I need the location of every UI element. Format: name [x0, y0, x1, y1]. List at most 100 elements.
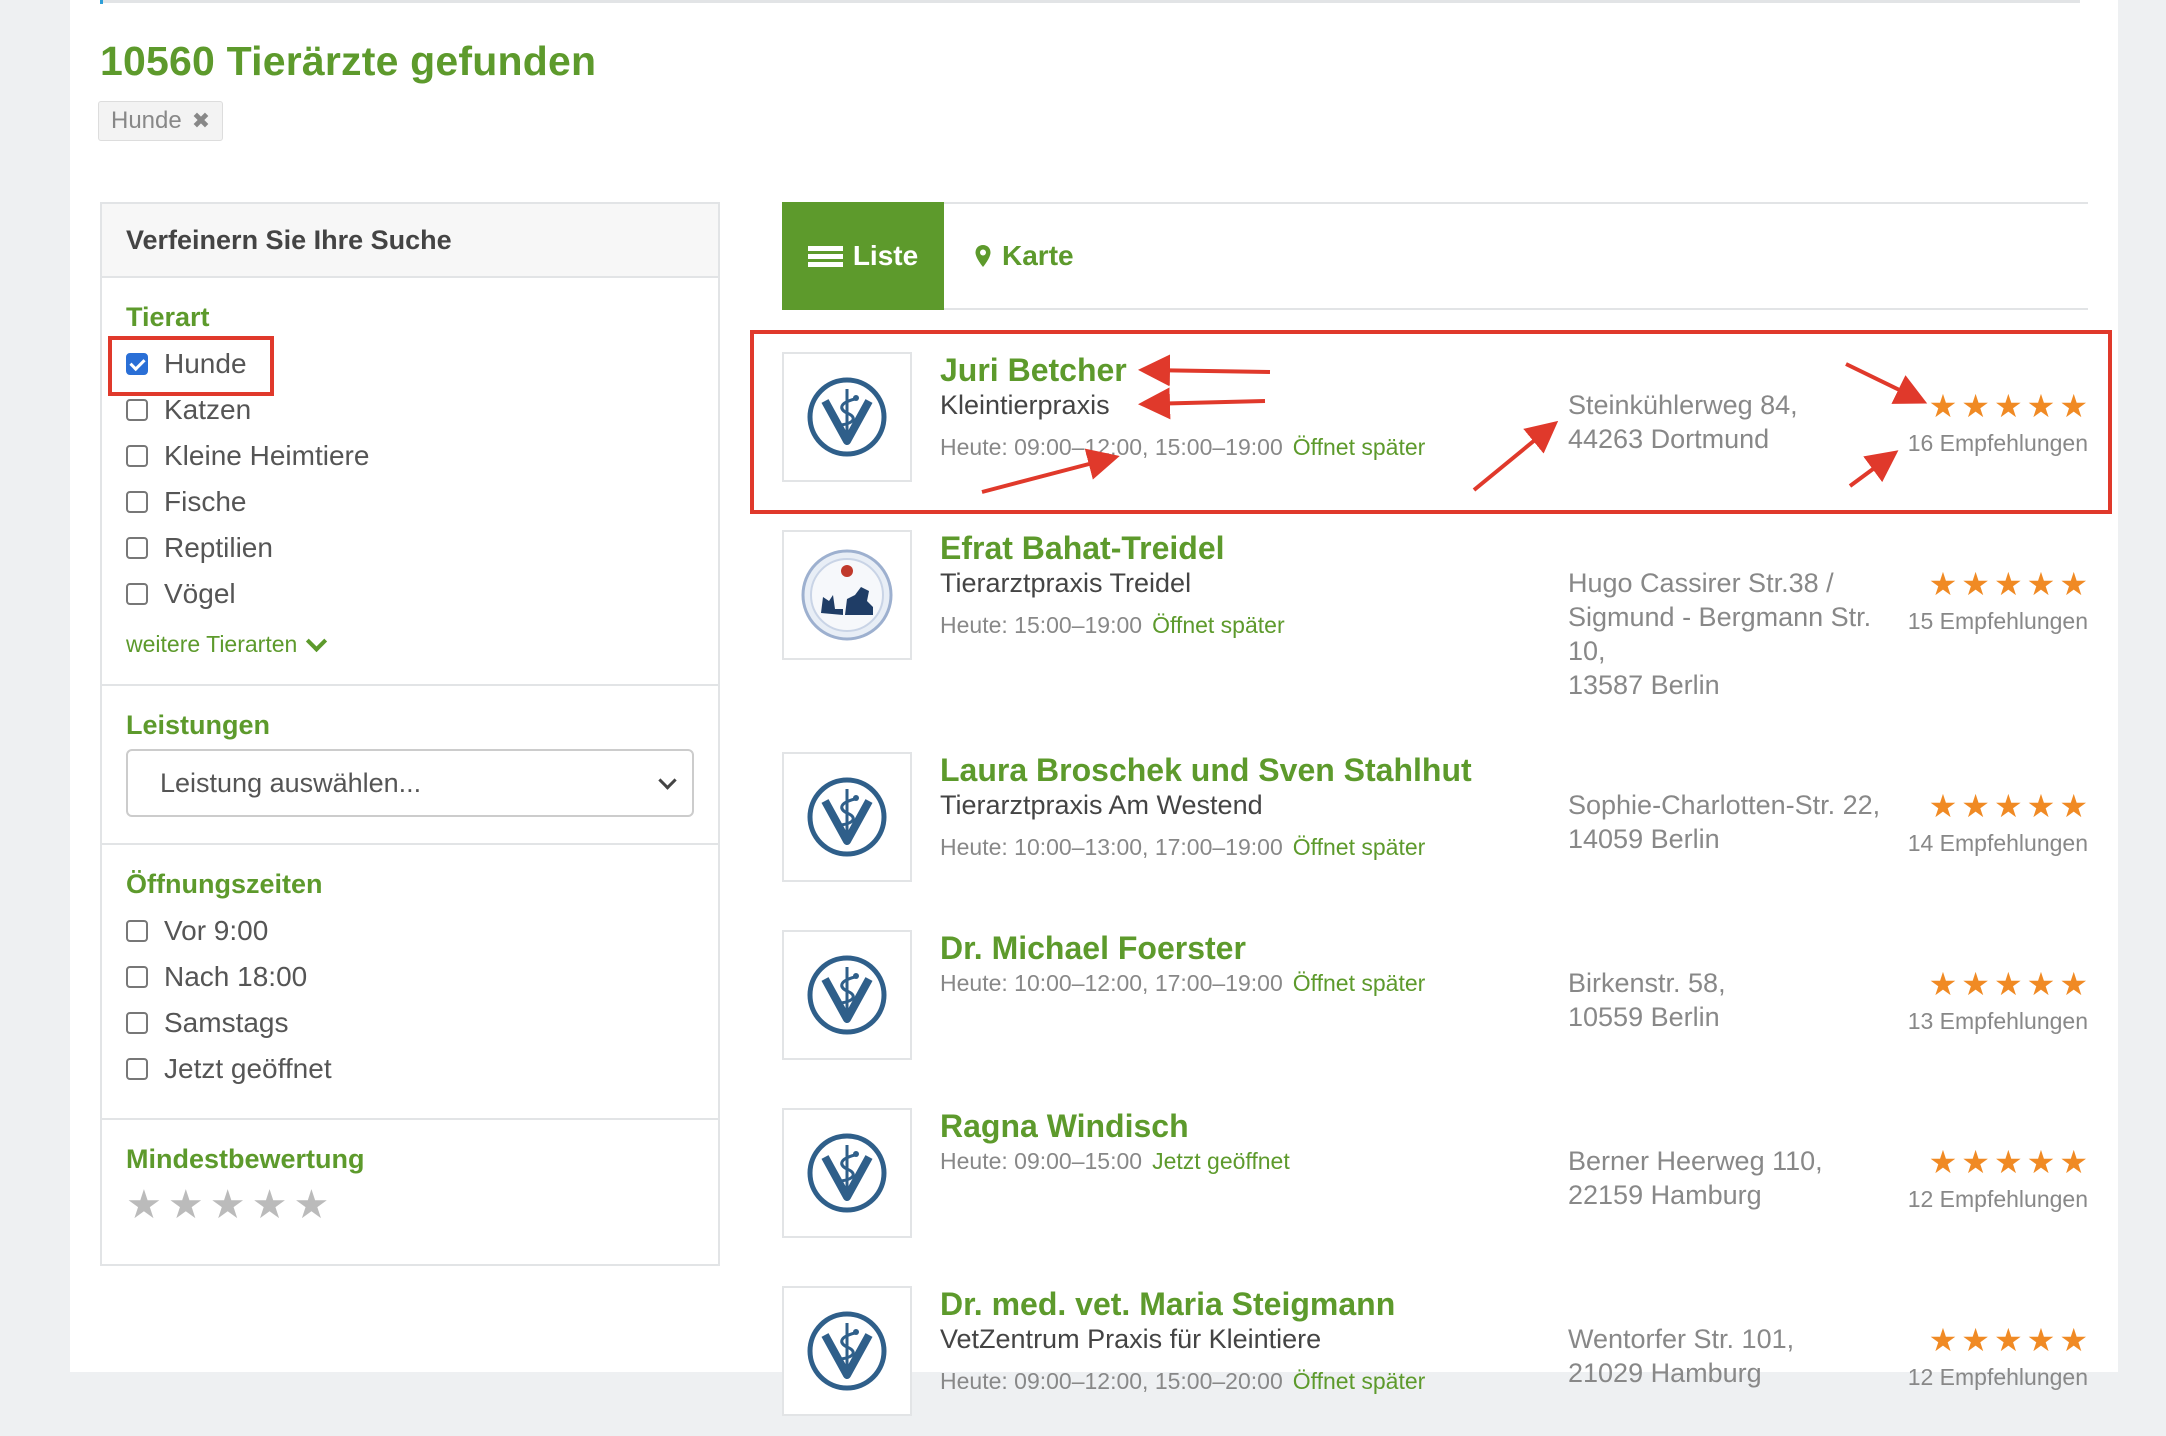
star-icon: ★	[1993, 1144, 2023, 1180]
checkbox[interactable]	[126, 583, 148, 605]
checkbox[interactable]	[126, 445, 148, 467]
checkbox[interactable]	[126, 966, 148, 988]
tierart-option-label: Reptilien	[164, 532, 273, 563]
practice-name: Tierarztpraxis Am Westend	[940, 790, 1263, 820]
star-icon: ★	[2059, 566, 2088, 602]
close-icon[interactable]: ✖	[192, 108, 210, 134]
result-card[interactable]: Laura Broschek und Sven Stahlhut Tierarzt…	[782, 752, 2088, 902]
opening-hours-option-label: Nach 18:00	[164, 961, 308, 992]
service-select-value: Leistung auswählen...	[160, 767, 422, 798]
address-line: 10559 Berlin	[1568, 1002, 1720, 1032]
star-icon: ★	[2059, 1322, 2088, 1358]
result-card[interactable]: Juri Betcher Kleintierpraxis Heute: 09:00–…	[782, 352, 2088, 502]
tierart-section: Tierart Hunde Katzen Kleine Heimtiere Fisch…	[102, 278, 718, 686]
vet-name-link[interactable]: Dr. med. vet. Maria Steigmann	[940, 1286, 1395, 1323]
address: Hugo Cassirer Str.38 / Sigmund - Bergmann…	[1568, 566, 1871, 702]
checkbox[interactable]	[126, 537, 148, 559]
address-line: Steinkühlerweg 84,	[1568, 390, 1798, 420]
star-icon: ★	[1961, 1322, 1990, 1358]
star-icon[interactable]: ★	[252, 1185, 288, 1225]
opening-status: Öffnet später	[1292, 834, 1426, 860]
active-filter-tag[interactable]: Hunde ✖	[98, 101, 224, 141]
opening-hours-text: Heute: 10:00–12:00, 17:00–19:00	[940, 970, 1283, 996]
checkbox[interactable]	[126, 1012, 148, 1034]
recommendation-count[interactable]: 16 Empfehlungen	[1908, 430, 2088, 457]
tierart-option[interactable]: Vögel	[126, 571, 694, 617]
vet-name-link[interactable]: Juri Betcher	[940, 352, 1127, 389]
recommendation-count[interactable]: 14 Empfehlungen	[1908, 830, 2088, 857]
recommendation-count[interactable]: 12 Empfehlungen	[1908, 1186, 2088, 1213]
star-icon: ★	[1928, 388, 1958, 424]
opening-hours-text: Heute: 09:00–12:00, 15:00–19:00	[940, 434, 1283, 460]
address: Birkenstr. 58, 10559 Berlin	[1568, 966, 1726, 1034]
tierart-options: Hunde Katzen Kleine Heimtiere Fische Reptili…	[126, 341, 694, 617]
tierart-option[interactable]: Hunde	[126, 341, 694, 387]
vet-logo	[782, 352, 912, 482]
vet-logo	[782, 530, 912, 660]
checkbox[interactable]	[126, 491, 148, 513]
rating: ★ ★ ★ ★ ★ 12 Empfehlungen	[1908, 1324, 2088, 1391]
vet-caduceus-icon	[807, 377, 887, 457]
filter-sidebar: Verfeinern Sie Ihre Suche Tierart Hunde K…	[100, 202, 720, 1266]
vet-name-link[interactable]: Efrat Bahat-Treidel	[940, 530, 1225, 567]
vet-logo	[782, 1286, 912, 1416]
tab-list-label: Liste	[852, 240, 919, 271]
tab-map[interactable]: Karte	[974, 204, 1074, 308]
opening-hours-option[interactable]: Samstags	[126, 1000, 694, 1046]
vet-name-link[interactable]: Laura Broschek und Sven Stahlhut	[940, 752, 1472, 789]
star-icon: ★	[2026, 966, 2056, 1002]
vet-caduceus-icon	[807, 777, 887, 857]
more-animal-types-link[interactable]: weitere Tierarten	[126, 630, 694, 658]
tierart-option-label: Hunde	[164, 348, 247, 379]
opening-hours-option[interactable]: Nach 18:00	[126, 954, 694, 1000]
cat-dog-logo	[801, 549, 893, 641]
min-rating-section: Mindestbewertung ★ ★ ★ ★ ★	[102, 1120, 718, 1251]
map-pin-icon	[975, 245, 991, 267]
star-icon: ★	[1928, 1144, 1958, 1180]
result-card[interactable]: Dr. Michael Foerster Heute: 10:00–12:00, …	[782, 930, 2088, 1080]
checkbox[interactable]	[126, 399, 148, 421]
checkbox[interactable]	[126, 920, 148, 942]
rating-stars: ★ ★ ★ ★ ★	[1908, 390, 2088, 422]
opening-status: Jetzt geöffnet	[1152, 1148, 1290, 1174]
checkbox[interactable]	[126, 1058, 148, 1080]
tab-list[interactable]: Liste	[782, 202, 944, 310]
opening-hours-option-label: Vor 9:00	[164, 915, 269, 946]
star-icon[interactable]: ★	[168, 1185, 204, 1225]
vet-name-link[interactable]: Dr. Michael Foerster	[940, 930, 1246, 967]
result-card[interactable]: Ragna Windisch Heute: 09:00–15:00 Jetzt ge…	[782, 1108, 2088, 1258]
star-icon: ★	[2026, 566, 2056, 602]
opening-status: Öffnet später	[1152, 612, 1285, 638]
recommendation-count[interactable]: 12 Empfehlungen	[1908, 1364, 2088, 1391]
address: Berner Heerweg 110, 22159 Hamburg	[1568, 1144, 1823, 1212]
active-filter-label: Hunde	[111, 107, 182, 134]
star-icon[interactable]: ★	[293, 1185, 329, 1225]
star-icon[interactable]: ★	[126, 1185, 162, 1225]
tab-map-label: Karte	[1002, 240, 1074, 271]
tierart-option[interactable]: Kleine Heimtiere	[126, 433, 694, 479]
opening-hours-option[interactable]: Jetzt geöffnet	[126, 1046, 694, 1092]
vet-name-link[interactable]: Ragna Windisch	[940, 1108, 1189, 1145]
vet-logo	[782, 930, 912, 1060]
chevron-down-icon	[306, 630, 328, 653]
result-card[interactable]: Efrat Bahat-Treidel Tierarztpraxis Treide…	[782, 530, 2088, 700]
star-icon: ★	[1993, 966, 2023, 1002]
star-icon: ★	[1928, 966, 1958, 1002]
result-card[interactable]: Dr. med. vet. Maria Steigmann VetZentrum …	[782, 1286, 2088, 1436]
checkbox[interactable]	[126, 353, 148, 375]
address-line: 14059 Berlin	[1568, 824, 1720, 854]
service-select[interactable]: Leistung auswählen...	[126, 749, 694, 817]
tierart-option[interactable]: Fische	[126, 479, 694, 525]
star-icon[interactable]: ★	[210, 1185, 246, 1225]
list-icon	[808, 245, 843, 267]
star-icon: ★	[2059, 788, 2088, 824]
address: Wentorfer Str. 101, 21029 Hamburg	[1568, 1322, 1794, 1390]
star-icon: ★	[1993, 1322, 2023, 1358]
opening-hours-option[interactable]: Vor 9:00	[126, 908, 694, 954]
tierart-option-label: Kleine Heimtiere	[164, 440, 370, 471]
address: Steinkühlerweg 84, 44263 Dortmund	[1568, 388, 1798, 456]
recommendation-count[interactable]: 13 Empfehlungen	[1908, 1008, 2088, 1035]
recommendation-count[interactable]: 15 Empfehlungen	[1908, 608, 2088, 635]
tierart-option[interactable]: Reptilien	[126, 525, 694, 571]
tierart-option[interactable]: Katzen	[126, 387, 694, 433]
